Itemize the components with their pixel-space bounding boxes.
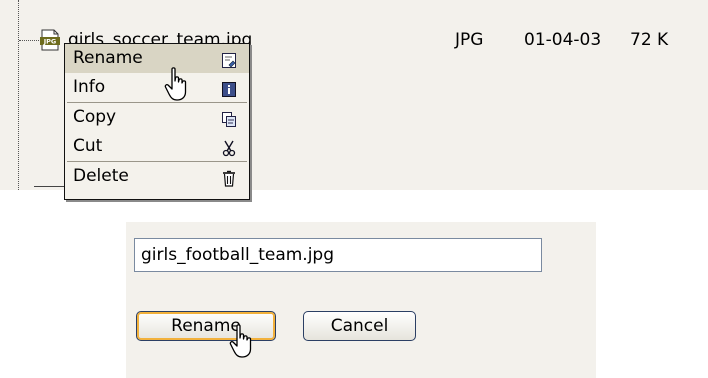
rename-icon [221, 50, 237, 68]
tree-connector-bottom [34, 186, 64, 187]
rename-input[interactable] [134, 238, 542, 272]
tree-connector-vertical [18, 0, 19, 190]
cancel-button[interactable]: Cancel [303, 311, 416, 341]
menu-item-copy[interactable]: Copy [65, 103, 249, 132]
scissors-icon [221, 138, 237, 157]
jpg-file-icon[interactable]: JPG [40, 29, 60, 51]
menu-item-label: Copy [73, 107, 117, 127]
file-date: 01-04-03 [524, 30, 602, 50]
menu-item-label: Rename [73, 48, 143, 68]
trash-icon [221, 168, 237, 187]
menu-item-label: Info [73, 77, 106, 97]
hand-cursor-icon [229, 324, 259, 360]
file-size: 72 K [630, 30, 669, 50]
menu-item-cut[interactable]: Cut [65, 132, 249, 161]
file-icon-badge: JPG [43, 38, 57, 46]
hand-cursor-icon [164, 67, 194, 103]
menu-item-delete[interactable]: Delete [65, 162, 249, 191]
file-type: JPG [455, 30, 484, 50]
menu-item-label: Delete [73, 166, 129, 186]
menu-item-label: Cut [73, 136, 103, 156]
copy-icon [221, 109, 237, 127]
menu-item-info[interactable]: Info [65, 73, 249, 102]
menu-item-rename[interactable]: Rename [65, 44, 249, 73]
tree-connector-horizontal [19, 40, 41, 41]
info-icon [221, 79, 237, 97]
rename-dialog: Rename Cancel [126, 222, 596, 378]
context-menu: Rename Info Copy Cut Delete [64, 43, 250, 200]
